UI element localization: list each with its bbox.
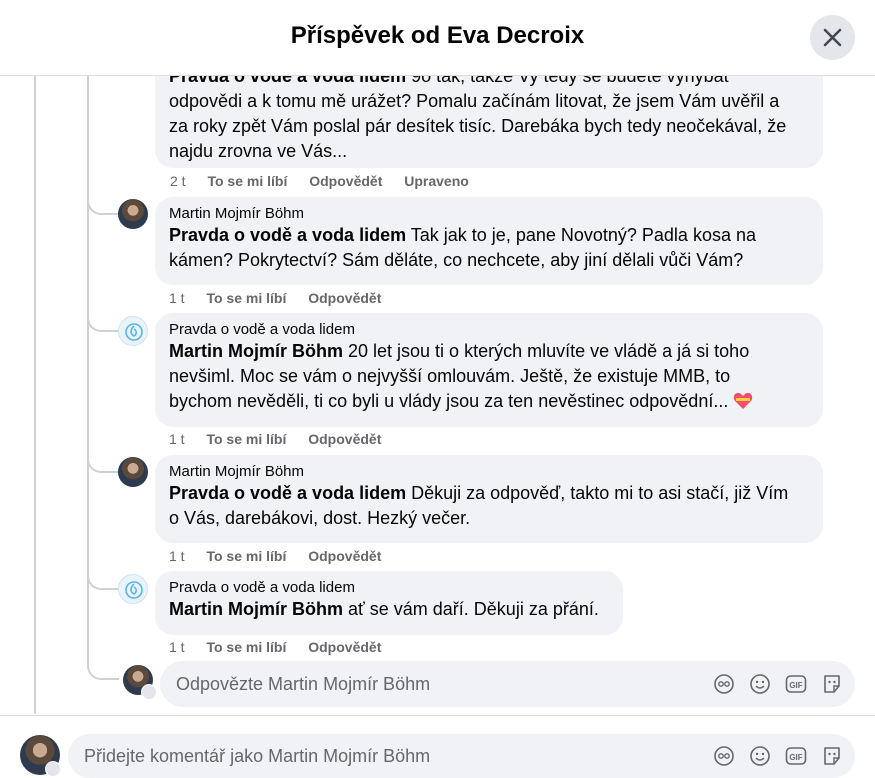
- account-switch-icon[interactable]: [45, 761, 61, 777]
- dialog-title: Příspěvek od Eva Decroix: [290, 22, 585, 49]
- gif-icon[interactable]: GIF: [783, 672, 809, 696]
- comment-bubble: Pravda o vodě a voda lidem Martin Mojmír…: [155, 313, 823, 427]
- comment-actions: 1 t To se mi líbí Odpovědět: [169, 639, 399, 655]
- comment-text: Pravda o vodě a voda lidem Tak jak to je…: [169, 225, 756, 270]
- comment-bubble: Martin Mojmír Böhm Pravda o vodě a voda …: [155, 197, 823, 285]
- thread-line: [34, 76, 36, 714]
- comment-input[interactable]: Přidejte komentář jako Martin Mojmír Böh…: [68, 734, 855, 778]
- heart-emoji-icon: [733, 392, 753, 410]
- sticker-icon[interactable]: [819, 744, 845, 768]
- reply-button[interactable]: Odpovědět: [308, 431, 381, 447]
- page-avatar[interactable]: [118, 574, 148, 604]
- comments-thread[interactable]: Pravda o vodě a voda lidem 9o tak, takže…: [0, 76, 875, 714]
- comment-time[interactable]: 1 t: [169, 639, 185, 655]
- close-icon: [823, 28, 842, 47]
- like-button[interactable]: To se mi líbí: [206, 431, 286, 447]
- comment-actions: 1 t To se mi líbí Odpovědět: [169, 290, 399, 306]
- comment-text: Pravda o vodě a voda lidem Děkuji za odp…: [169, 483, 789, 528]
- reply-button[interactable]: Odpovědět: [308, 639, 381, 655]
- avatar-sticker-icon[interactable]: [711, 744, 737, 768]
- comment-author[interactable]: Martin Mojmír Böhm: [169, 205, 809, 223]
- account-switch-icon[interactable]: [141, 684, 157, 700]
- reply-connector: [87, 310, 119, 332]
- like-button[interactable]: To se mi líbí: [206, 548, 286, 564]
- comment-time[interactable]: 1 t: [169, 290, 185, 306]
- emoji-icon[interactable]: [747, 744, 773, 768]
- comment-tag[interactable]: Pravda o vodě a voda lidem: [169, 483, 406, 503]
- water-logo-icon: [125, 581, 143, 599]
- comment-input-icons: GIF: [711, 744, 845, 768]
- reply-connector: [87, 193, 119, 215]
- comment-author[interactable]: Pravda o vodě a voda lidem: [169, 579, 609, 597]
- avatar[interactable]: [118, 457, 148, 487]
- comment-bubble: Pravda o vodě a voda lidem Martin Mojmír…: [155, 571, 623, 635]
- reply-connector: [87, 451, 119, 473]
- svg-text:GIF: GIF: [789, 681, 802, 690]
- comment-time[interactable]: 1 t: [169, 431, 185, 447]
- like-button[interactable]: To se mi líbí: [206, 290, 286, 306]
- reply-input-icons: GIF: [711, 672, 845, 696]
- avatar-sticker-icon[interactable]: [711, 672, 737, 696]
- comment-tag[interactable]: Pravda o vodě a voda lidem: [169, 76, 406, 86]
- comment-text: Pravda o vodě a voda lidem 9o tak, takže…: [169, 76, 809, 164]
- reply-button[interactable]: Odpovědět: [309, 173, 382, 189]
- water-logo-icon: [125, 323, 143, 341]
- comment-actions: 1 t To se mi líbí Odpovědět: [169, 548, 399, 564]
- footer-divider: [0, 715, 875, 716]
- reply-connector: [87, 658, 119, 680]
- reply-placeholder: Odpovězte Martin Mojmír Böhm: [176, 674, 431, 694]
- comment-text: Martin Mojmír Böhm ať se vám daří. Děkuj…: [169, 599, 599, 619]
- comment-time[interactable]: 2 t: [170, 173, 186, 189]
- emoji-icon[interactable]: [747, 672, 773, 696]
- dialog-header: Příspěvek od Eva Decroix: [0, 0, 875, 76]
- comment-actions: 2 t To se mi líbí Odpovědět Upraveno: [170, 173, 487, 189]
- page-avatar[interactable]: [118, 316, 148, 346]
- comment-tag[interactable]: Pravda o vodě a voda lidem: [169, 225, 406, 245]
- comment-author[interactable]: Pravda o vodě a voda lidem: [169, 321, 809, 339]
- like-button[interactable]: To se mi líbí: [206, 639, 286, 655]
- comment-text: Martin Mojmír Böhm 20 let jsou ti o kter…: [169, 339, 809, 414]
- sticker-icon[interactable]: [819, 672, 845, 696]
- reply-button[interactable]: Odpovědět: [308, 290, 381, 306]
- comment-tag[interactable]: Martin Mojmír Böhm: [169, 341, 343, 361]
- edited-label[interactable]: Upraveno: [404, 173, 469, 189]
- comment-tag[interactable]: Martin Mojmír Böhm: [169, 599, 343, 619]
- reply-connector: [87, 568, 119, 590]
- reply-input[interactable]: Odpovězte Martin Mojmír Böhm GIF: [160, 661, 855, 707]
- like-button[interactable]: To se mi líbí: [207, 173, 287, 189]
- close-button[interactable]: [810, 15, 855, 60]
- svg-text:GIF: GIF: [789, 753, 802, 762]
- avatar[interactable]: [118, 199, 148, 229]
- reply-button[interactable]: Odpovědět: [308, 548, 381, 564]
- comment-time[interactable]: 1 t: [169, 548, 185, 564]
- comment-bubble: Pravda o vodě a voda lidem 9o tak, takže…: [155, 76, 823, 168]
- comment-actions: 1 t To se mi líbí Odpovědět: [169, 431, 399, 447]
- gif-icon[interactable]: GIF: [783, 744, 809, 768]
- comment-author[interactable]: Martin Mojmír Böhm: [169, 463, 809, 481]
- comment-bubble: Martin Mojmír Böhm Pravda o vodě a voda …: [155, 455, 823, 543]
- comment-placeholder: Přidejte komentář jako Martin Mojmír Böh…: [84, 746, 431, 766]
